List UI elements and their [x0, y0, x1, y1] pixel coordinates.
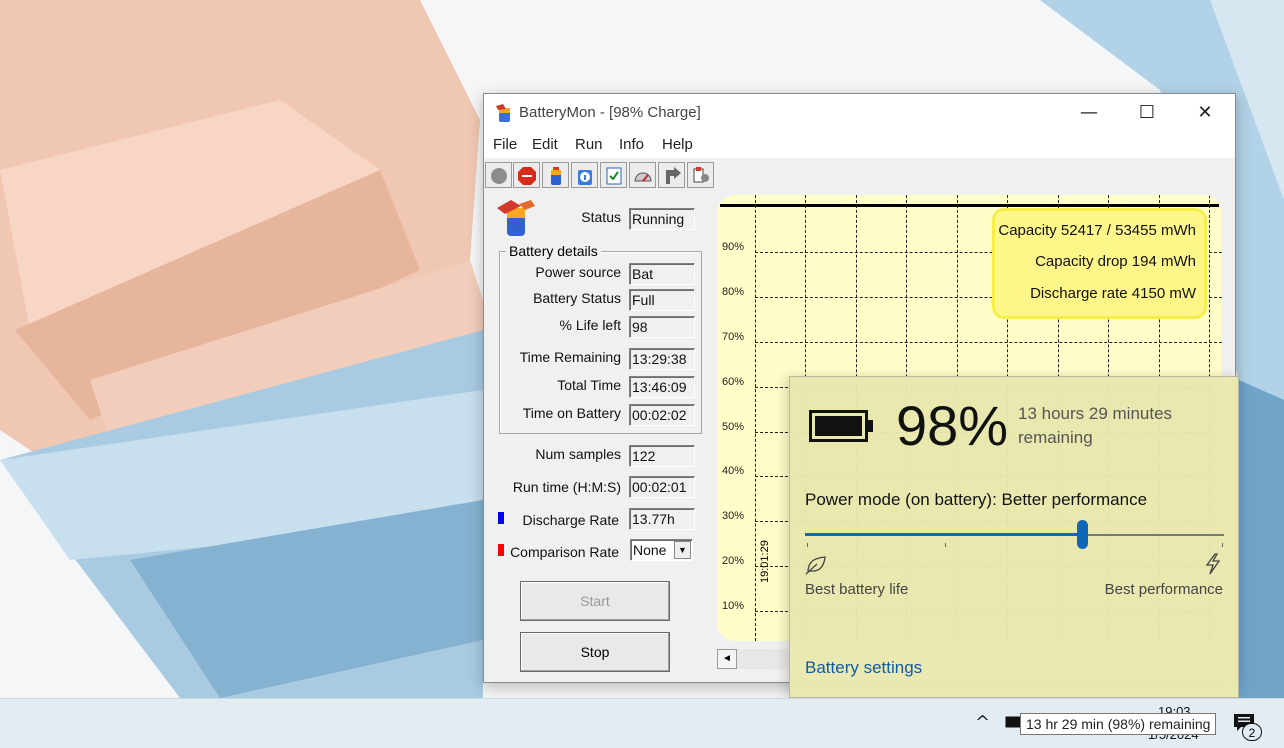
- grid-line-h: [755, 342, 1222, 343]
- lightning-icon: [1205, 553, 1221, 575]
- battery-settings-link[interactable]: Battery settings: [805, 658, 922, 678]
- start-button[interactable]: Start: [520, 581, 670, 621]
- stop-button-tool[interactable]: [513, 162, 540, 188]
- slider-tick: [807, 543, 808, 547]
- percent-label-70: 70%: [722, 331, 745, 343]
- gauge-button[interactable]: [629, 162, 656, 188]
- life-left-label: % Life left: [559, 317, 621, 333]
- comparison-rate-value: None: [633, 542, 667, 558]
- toolbar: [484, 160, 1235, 190]
- battery-full-icon: [809, 410, 873, 442]
- close-icon: ✕: [1197, 102, 1213, 123]
- export-button[interactable]: [658, 162, 685, 188]
- capacity-text: Capacity 52417 / 53455 mWh: [998, 222, 1196, 239]
- horizontal-scrollbar[interactable]: [737, 649, 790, 669]
- run-time-label: Run time (H:M:S): [512, 479, 621, 495]
- stop-sign-icon: [518, 167, 536, 185]
- time-on-battery-label: Time on Battery: [522, 405, 621, 421]
- info-icon: [578, 170, 592, 185]
- battery-flyout: 98% 13 hours 29 minutes remaining Power …: [789, 376, 1239, 698]
- gauge-icon: [634, 172, 652, 182]
- notification-count-badge: 2: [1242, 723, 1262, 741]
- window-title: BatteryMon - [98% Charge]: [519, 104, 701, 121]
- num-samples-label: Num samples: [535, 446, 621, 462]
- settings-button[interactable]: [687, 162, 714, 188]
- scroll-left-button[interactable]: ◄: [717, 649, 737, 669]
- power-mode-slider-fill: [805, 533, 1082, 536]
- batterymon-app-icon: [496, 104, 510, 122]
- battery-percent: 98%: [896, 394, 1009, 457]
- status-field: Running: [629, 208, 695, 230]
- minimize-button[interactable]: —: [1063, 98, 1115, 128]
- maximize-icon: ☐: [1138, 102, 1156, 123]
- percent-label-60: 60%: [722, 376, 745, 388]
- power-mode-slider-thumb[interactable]: [1076, 520, 1088, 549]
- power-source-label: Power source: [535, 264, 621, 280]
- power-mode-slider-track[interactable]: [1081, 534, 1224, 536]
- menu-run[interactable]: Run: [575, 136, 603, 153]
- power-mode-label: Power mode (on battery): Better performa…: [805, 490, 1148, 509]
- close-button[interactable]: ✕: [1179, 98, 1231, 128]
- percent-label-10: 10%: [722, 600, 745, 612]
- time-remaining-field: 13:29:38: [629, 348, 695, 370]
- percent-label-80: 80%: [722, 286, 745, 298]
- capacity-drop-text: Capacity drop 194 mWh: [1035, 253, 1196, 270]
- battery-icon: [551, 167, 561, 185]
- percent-label-90: 90%: [722, 241, 745, 253]
- menu-file[interactable]: File: [493, 136, 517, 153]
- title-bar: BatteryMon - [98% Charge] — ☐ ✕: [484, 94, 1235, 132]
- percent-label-20: 20%: [722, 555, 745, 567]
- checklist-icon: [606, 167, 622, 185]
- grid-line-v: [755, 195, 756, 641]
- comparison-rate-label: Comparison Rate: [510, 544, 619, 560]
- charge-line: [720, 204, 1219, 207]
- checklist-button[interactable]: [600, 162, 627, 188]
- discharge-rate-label: Discharge Rate: [522, 512, 620, 528]
- percent-label-30: 30%: [722, 510, 745, 522]
- total-time-label: Total Time: [557, 377, 621, 393]
- battery-logo-icon: [497, 200, 535, 236]
- run-time-field: 00:02:01: [629, 476, 695, 498]
- slider-tick: [1222, 543, 1223, 547]
- power-source-field: Bat: [629, 263, 695, 285]
- stop-button[interactable]: Stop: [520, 632, 670, 672]
- leaf-icon: [805, 556, 826, 575]
- comparison-rate-select[interactable]: None ▼: [630, 539, 693, 561]
- time-remaining-text: 13 hours 29 minutes remaining: [1018, 404, 1173, 447]
- battery-tooltip: 13 hr 29 min (98%) remaining: [1020, 713, 1217, 735]
- graph-info-box: Capacity 52417 / 53455 mWh Capacity drop…: [992, 208, 1207, 319]
- percent-label-40: 40%: [722, 465, 745, 477]
- status-label: Status: [581, 209, 621, 225]
- menu-edit[interactable]: Edit: [532, 136, 558, 153]
- menu-bar: File Edit Run Info Help: [484, 132, 1235, 158]
- menu-help[interactable]: Help: [662, 136, 693, 153]
- best-performance-label: Best performance: [1104, 581, 1223, 598]
- life-left-field: 98: [629, 316, 695, 338]
- total-time-field: 13:46:09: [629, 376, 695, 398]
- minimize-icon: —: [1080, 102, 1098, 123]
- battery-status-label: Battery Status: [533, 290, 621, 306]
- discharge-rate-field: 13.77h: [629, 508, 695, 530]
- slider-tick: [945, 543, 946, 547]
- graph-time-label: 19:01:29: [759, 540, 771, 583]
- record-icon: [491, 168, 507, 184]
- menu-info[interactable]: Info: [619, 136, 644, 153]
- battery-button[interactable]: [542, 162, 569, 188]
- chevron-down-icon[interactable]: ▼: [674, 541, 691, 559]
- export-icon: [666, 167, 681, 184]
- settings-icon: [693, 167, 709, 183]
- best-battery-life-label: Best battery life: [805, 581, 909, 598]
- time-on-battery-field: 00:02:02: [629, 404, 695, 426]
- battery-status-field: Full: [629, 289, 695, 311]
- show-hidden-icons-chevron[interactable]: ^: [975, 712, 990, 733]
- discharge-rate-text: Discharge rate 4150 mW: [1030, 285, 1196, 302]
- percent-label-50: 50%: [722, 421, 745, 433]
- battery-details-legend: Battery details: [506, 243, 601, 259]
- num-samples-field: 122: [629, 445, 695, 467]
- record-button[interactable]: [485, 162, 512, 188]
- time-remaining-label: Time Remaining: [519, 349, 621, 365]
- maximize-button[interactable]: ☐: [1121, 98, 1173, 128]
- info-button[interactable]: [571, 162, 598, 188]
